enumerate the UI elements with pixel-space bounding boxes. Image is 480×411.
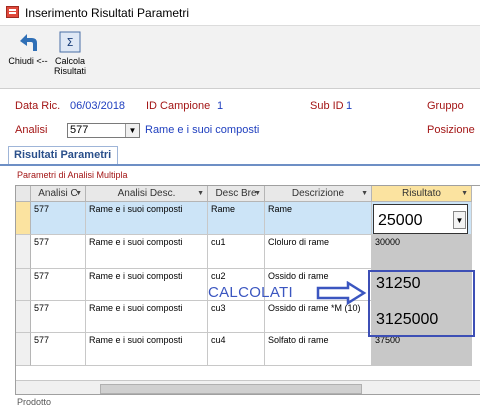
close-label: Chiudi <-- [8,56,48,66]
toolbar: Chiudi <-- Σ Calcola Risultati [0,26,480,89]
footer-strip: Prodotto [0,397,480,411]
gruppo-label: Gruppo [427,100,464,112]
sort-arrow-icon: ▼ [254,190,261,197]
analisi-label: Analisi [15,124,48,136]
row-selector[interactable] [16,202,31,235]
grid-subtitle: Parametri di Analisi Multipla [17,170,128,180]
analisi-description: Rame e i suoi composti [145,124,260,136]
horizontal-scrollbar[interactable] [16,380,480,394]
cell-risultato[interactable]: 30000 [372,235,472,269]
row-selector[interactable] [16,269,31,301]
chevron-down-icon[interactable]: ▼ [453,211,466,229]
select-all-corner[interactable] [16,186,31,202]
cell-descrizione[interactable]: Ossido di rame *M (10) [265,301,372,333]
annotation-text: CALCOLATI [208,284,293,301]
svg-text:Σ: Σ [67,36,74,49]
data-ric-value: 06/03/2018 [70,100,126,112]
analisi-combo[interactable]: 577 ▼ [67,123,140,138]
analisi-combo-value: 577 [70,124,89,136]
cell-analisi[interactable]: 577 [31,202,86,235]
sort-arrow-icon: ▼ [197,190,204,197]
cell-descrizione[interactable]: Rame [265,202,372,235]
scrollbar-thumb[interactable] [100,384,362,394]
calculated-value-2: 3125000 [376,311,439,328]
data-ric-label: Data Ric. [15,100,61,112]
cell-analisi-desc[interactable]: Rame e i suoi composti [86,269,208,301]
row-selector[interactable] [16,333,31,366]
sub-id-value: 1 [346,100,353,112]
sort-arrow-icon: ▼ [361,190,368,197]
column-header-analisi[interactable]: Analisi C ▼ [31,186,86,202]
row-selector[interactable] [16,301,31,333]
column-header-desc-bre[interactable]: Desc Bre ▼ [208,186,265,202]
cell-analisi[interactable]: 577 [31,269,86,301]
cell-analisi-desc[interactable]: Rame e i suoi composti [86,202,208,235]
risultato-edit-field[interactable]: 25000 ▼ [373,204,468,234]
sub-id-label: Sub ID [310,100,344,112]
cell-analisi-desc[interactable]: Rame e i suoi composti [86,333,208,366]
cell-desc-bre[interactable]: cu3 [208,301,265,333]
calculator-sigma-icon: Σ [59,31,81,53]
column-header-risultato[interactable]: Risultato ▼ [372,186,472,202]
column-header-analisi-desc[interactable]: Analisi Desc. ▼ [86,186,208,202]
tab-strip: Risultati Parametri [0,146,480,166]
cell-descrizione[interactable]: Cloluro di rame [265,235,372,269]
cell-analisi-desc[interactable]: Rame e i suoi composti [86,235,208,269]
tab-risultati-parametri[interactable]: Risultati Parametri [8,146,118,164]
posizione-label: Posizione [427,124,475,136]
row-selector[interactable] [16,235,31,269]
back-arrow-icon [20,34,37,51]
calc-label: Calcola Risultati [53,56,86,76]
cell-desc-bre[interactable]: cu1 [208,235,265,269]
cell-descrizione[interactable]: Solfato di rame [265,333,372,366]
app-icon [6,6,19,18]
calcola-risultati-button[interactable]: Σ Calcola Risultati [50,31,90,76]
window-title: Inserimento Risultati Parametri [25,6,190,20]
cell-analisi[interactable]: 577 [31,301,86,333]
footer-label: Prodotto [17,397,52,407]
cell-desc-bre[interactable]: Rame [208,202,265,235]
cell-analisi[interactable]: 577 [31,235,86,269]
cell-desc-bre[interactable]: cu4 [208,333,265,366]
id-campione-label: ID Campione [146,100,211,112]
title-bar: Inserimento Risultati Parametri [0,0,480,26]
close-button[interactable]: Chiudi <-- [8,31,48,66]
cell-analisi-desc[interactable]: Rame e i suoi composti [86,301,208,333]
risultato-edit-value: 25000 [378,212,423,229]
column-header-descrizione[interactable]: Descrizione ▼ [265,186,372,202]
calculated-value-1: 31250 [376,275,421,292]
arrow-right-icon [316,281,367,305]
cell-analisi[interactable]: 577 [31,333,86,366]
cell-risultato[interactable]: 37500 [372,333,472,366]
sort-arrow-icon: ▼ [75,190,82,197]
sort-arrow-icon: ▼ [461,190,468,197]
id-campione-value: 1 [217,100,224,112]
chevron-down-icon[interactable]: ▼ [125,124,139,137]
